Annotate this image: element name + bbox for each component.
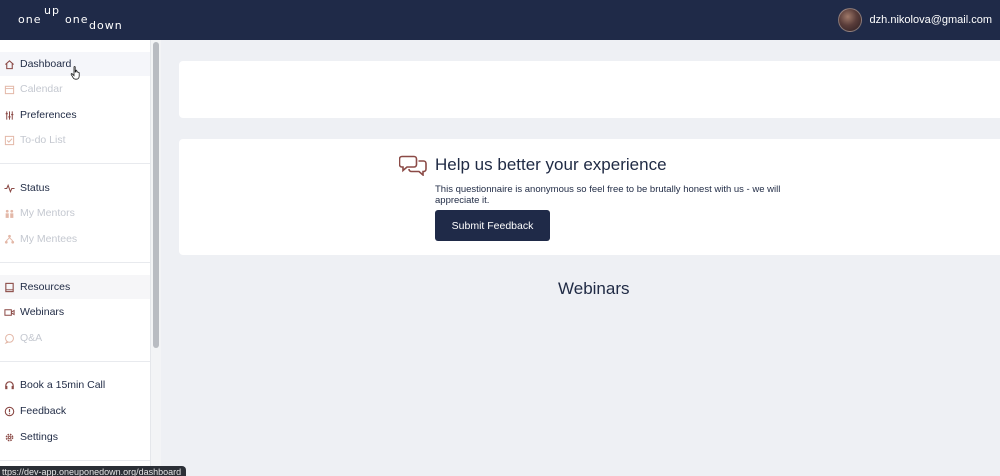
hand-cursor-icon xyxy=(70,66,80,80)
logo-word-2: up xyxy=(44,4,60,17)
sidebar: Dashboard Calendar Preferences To-do Lis… xyxy=(0,40,151,476)
book-icon xyxy=(4,282,15,293)
people-icon xyxy=(4,208,15,219)
sidebar-divider xyxy=(0,262,150,263)
chat-bubble-icon xyxy=(4,333,15,344)
sidebar-divider xyxy=(0,361,150,362)
feedback-title: Help us better your experience xyxy=(435,155,667,174)
headset-icon xyxy=(4,380,15,391)
sidebar-item-label: Preferences xyxy=(20,109,77,121)
gear-icon xyxy=(4,432,15,443)
sidebar-scrollbar-thumb[interactable] xyxy=(153,42,159,348)
app-logo[interactable]: one up one down xyxy=(18,0,128,40)
sidebar-item-label: Resources xyxy=(20,281,71,293)
feedback-card: Help us better your experience This ques… xyxy=(179,139,1000,255)
calendar-icon xyxy=(4,84,15,95)
sidebar-divider xyxy=(0,163,150,164)
sidebar-item-label: Calendar xyxy=(20,83,63,95)
sidebar-item-book-call[interactable]: Book a 15min Call xyxy=(0,373,150,397)
top-bar: one up one down dzh.nikolova@gmail.com xyxy=(0,0,1000,40)
sidebar-item-label: Feedback xyxy=(20,405,67,417)
sidebar-item-label: To-do List xyxy=(20,134,66,146)
empty-card xyxy=(179,61,1000,118)
sidebar-item-todo-list[interactable]: To-do List xyxy=(0,128,150,152)
sidebar-item-preferences[interactable]: Preferences xyxy=(0,103,150,127)
sidebar-item-calendar[interactable]: Calendar xyxy=(0,77,150,101)
sidebar-item-qa[interactable]: Q&A xyxy=(0,326,150,350)
user-menu[interactable]: dzh.nikolova@gmail.com xyxy=(837,8,992,32)
logo-word-4: down xyxy=(89,19,123,32)
alert-icon xyxy=(4,406,15,417)
sidebar-item-label: Dashboard xyxy=(20,58,72,70)
sidebar-item-label: Webinars xyxy=(20,306,65,318)
sidebar-item-webinars[interactable]: Webinars xyxy=(0,300,150,324)
sidebar-divider xyxy=(0,460,150,461)
sidebar-item-label: Book a 15min Call xyxy=(20,379,106,391)
sidebar-item-label: My Mentors xyxy=(20,207,75,219)
sidebar-item-my-mentees[interactable]: My Mentees xyxy=(0,227,150,251)
sidebar-item-label: Settings xyxy=(20,431,58,443)
webinars-heading: Webinars xyxy=(558,279,630,298)
sidebar-item-my-mentors[interactable]: My Mentors xyxy=(0,201,150,225)
sidebar-item-feedback[interactable]: Feedback xyxy=(0,399,150,423)
sidebar-item-label: My Mentees xyxy=(20,233,78,245)
status-bar-url: ttps://dev-app.oneuponedown.org/dashboar… xyxy=(0,466,187,476)
chat-bubbles-icon xyxy=(399,155,427,176)
user-email: dzh.nikolova@gmail.com xyxy=(869,14,992,26)
video-icon xyxy=(4,307,15,318)
avatar[interactable] xyxy=(837,8,862,32)
submit-feedback-button[interactable]: Submit Feedback xyxy=(435,210,550,241)
sidebar-item-label: Status xyxy=(20,182,50,194)
logo-word-3: one xyxy=(65,13,89,26)
sidebar-item-label: Q&A xyxy=(20,332,43,344)
hierarchy-icon xyxy=(4,234,15,245)
sliders-icon xyxy=(4,110,15,121)
pulse-icon xyxy=(4,183,15,194)
logo-word-1: one xyxy=(18,13,42,26)
sidebar-item-settings[interactable]: Settings xyxy=(0,425,150,449)
sidebar-item-resources[interactable]: Resources xyxy=(0,275,150,299)
feedback-description: This questionnaire is anonymous so feel … xyxy=(435,184,781,206)
home-icon xyxy=(4,59,15,70)
sidebar-item-status[interactable]: Status xyxy=(0,176,150,200)
checkbox-icon xyxy=(4,135,15,146)
